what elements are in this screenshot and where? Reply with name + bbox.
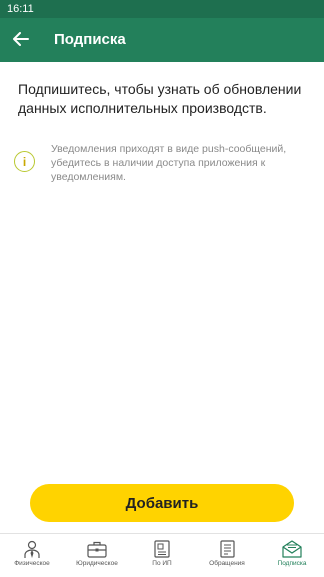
nav-item-by-ip[interactable]: По ИП [130, 537, 194, 577]
status-bar: 16:11 [0, 0, 324, 18]
arrow-left-icon [13, 32, 29, 46]
main-content: Подпишитесь, чтобы узнать об обновлении … [18, 80, 308, 118]
bottom-nav: Физическое Юридическое По ИП Обращения П… [0, 533, 324, 577]
nav-item-physical[interactable]: Физическое [0, 537, 64, 577]
info-icon-glyph: i [22, 154, 27, 169]
nav-label-appeals: Обращения [209, 560, 245, 567]
nav-label-physical: Физическое [14, 560, 50, 567]
back-button[interactable] [10, 28, 32, 50]
subscription-heading: Подпишитесь, чтобы узнать об обновлении … [18, 81, 302, 116]
nav-label-legal: Юридическое [76, 560, 118, 567]
nav-item-appeals[interactable]: Обращения [195, 537, 259, 577]
nav-label-subscription: Подписка [277, 560, 307, 567]
envelope-icon [282, 540, 302, 558]
document-id-icon [154, 540, 170, 558]
nav-item-legal[interactable]: Юридическое [65, 537, 129, 577]
document-list-icon [220, 540, 235, 558]
page-title: Подписка [54, 31, 126, 48]
status-time: 16:11 [7, 3, 34, 15]
nav-item-subscription[interactable]: Подписка [260, 537, 324, 577]
nav-label-by-ip: По ИП [152, 560, 172, 567]
add-button[interactable]: Добавить [30, 484, 294, 522]
briefcase-icon [87, 541, 107, 558]
app-bar: Подписка [0, 18, 324, 62]
person-icon [24, 540, 40, 558]
info-icon: i [14, 151, 35, 172]
notice-text: Уведомления приходят в виде push-сообщен… [51, 143, 287, 183]
